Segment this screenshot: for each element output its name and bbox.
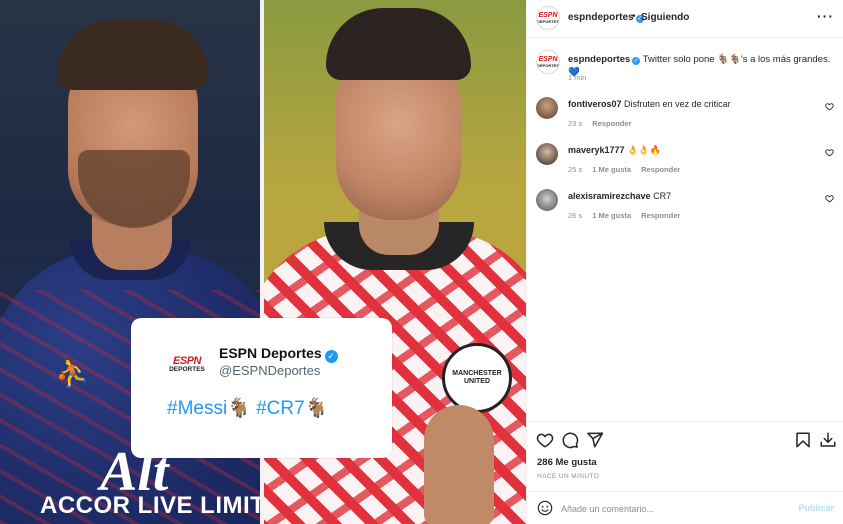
tweet-card: ESPN DEPORTES ESPN Deportes ✓ @ESPNDeport… xyxy=(131,318,392,458)
comment-like-heart-icon[interactable] xyxy=(825,148,834,157)
comment-meta: 25 s 1 Me gusta Responder xyxy=(568,165,688,174)
comment-text: 👌👌🔥 xyxy=(627,145,661,155)
comment-text: CR7 xyxy=(653,191,672,201)
publish-button[interactable]: Publicar xyxy=(798,503,834,513)
separator-dot: • xyxy=(632,11,636,22)
avatar-logo-line2: DEPORTES xyxy=(537,63,560,68)
bookmark-icon[interactable] xyxy=(794,431,812,449)
comment-like-heart-icon[interactable] xyxy=(825,194,834,203)
avatar[interactable] xyxy=(536,189,558,211)
post-viewer: ⛹ Alt ACCOR LIVE LIMITLE MANCHESTER UNIT… xyxy=(0,0,843,524)
comment-item: fontiveros07 Disfruten en vez de critica… xyxy=(527,97,843,141)
emoji-icon[interactable] xyxy=(537,500,553,516)
avatar-logo-line1: ESPN xyxy=(538,56,558,63)
post-sidebar: ESPN DEPORTES espndeportes ✓ • Siguiendo … xyxy=(526,0,843,524)
comment-meta: 26 s 1 Me gusta Responder xyxy=(568,211,688,220)
hand xyxy=(424,405,494,524)
tweet-handle: @ESPNDeportes xyxy=(219,363,321,378)
post-action-bar xyxy=(527,421,843,455)
jumpman-logo-icon: ⛹ xyxy=(55,357,90,388)
caption-timestamp: 1 min xyxy=(568,73,587,82)
download-icon[interactable] xyxy=(819,431,837,449)
tweet-text: #Messi🐐 #CR7🐐 xyxy=(167,398,329,419)
comment-body: maveryk1777 👌👌🔥 xyxy=(568,144,818,156)
avatar[interactable]: ESPN DEPORTES xyxy=(536,6,560,30)
jersey-sponsor-text: ACCOR LIVE LIMITLE xyxy=(40,492,260,519)
espn-logo-line1: ESPN xyxy=(173,355,201,367)
reply-button[interactable]: Responder xyxy=(641,165,680,174)
heart-icon[interactable] xyxy=(536,431,554,449)
comment-likes-count[interactable]: 1 Me gusta xyxy=(592,211,631,220)
comment-timestamp: 26 s xyxy=(568,211,583,220)
hair xyxy=(58,20,208,90)
club-crest-icon: MANCHESTER UNITED xyxy=(442,343,512,413)
espn-logo: ESPN DEPORTES xyxy=(167,355,207,374)
avatar-logo-line2: DEPORTES xyxy=(537,19,560,24)
comment-like-heart-icon[interactable] xyxy=(825,102,834,111)
add-comment-bar: Publicar xyxy=(527,491,843,524)
following-button[interactable]: Siguiendo xyxy=(641,12,689,23)
crest-text: MANCHESTER UNITED xyxy=(452,369,502,385)
comment-meta: 23 s Responder xyxy=(568,119,639,128)
comment-item: maveryk1777 👌👌🔥 25 s 1 Me gusta Responde… xyxy=(527,143,843,187)
caption-username[interactable]: espndeportes xyxy=(568,54,630,65)
more-options-icon[interactable]: ··· xyxy=(817,8,834,24)
comment-username[interactable]: alexisramirezchave xyxy=(568,191,651,201)
comment-icon[interactable] xyxy=(561,431,579,449)
comment-text: Disfruten en vez de criticar xyxy=(624,99,731,109)
comment-body: alexisramirezchave CR7 xyxy=(568,190,818,202)
verified-badge-icon: ✓ xyxy=(632,57,641,65)
comment-timestamp: 25 s xyxy=(568,165,583,174)
verified-badge-icon: ✓ xyxy=(324,350,338,363)
avatar[interactable] xyxy=(536,97,558,119)
comment-body: fontiveros07 Disfruten en vez de critica… xyxy=(568,98,818,110)
reply-button[interactable]: Responder xyxy=(641,211,680,220)
espn-logo-line2: DEPORTES xyxy=(169,366,205,373)
post-header: ESPN DEPORTES espndeportes ✓ • Siguiendo … xyxy=(527,0,843,38)
comment-likes-count[interactable]: 1 Me gusta xyxy=(592,165,631,174)
hair xyxy=(326,8,471,80)
comment-timestamp: 23 s xyxy=(568,119,583,128)
avatar[interactable] xyxy=(536,143,558,165)
tweet-author-name: ESPN Deportes ✓ xyxy=(219,345,338,363)
avatar-logo-line1: ESPN xyxy=(538,12,558,19)
reply-button[interactable]: Responder xyxy=(592,119,631,128)
share-icon[interactable] xyxy=(586,431,604,449)
comment-item: alexisramirezchave CR7 26 s 1 Me gusta R… xyxy=(527,189,843,233)
post-image[interactable]: ⛹ Alt ACCOR LIVE LIMITLE MANCHESTER UNIT… xyxy=(0,0,526,524)
caption-text: espndeportes ✓ Twitter solo pone 🐐🐐's a l… xyxy=(568,53,833,79)
comment-username[interactable]: fontiveros07 xyxy=(568,99,622,109)
comment-username[interactable]: maveryk1777 xyxy=(568,145,625,155)
header-username-text[interactable]: espndeportes xyxy=(568,12,634,23)
tweet-author-name-text: ESPN Deportes xyxy=(219,345,322,361)
post-timestamp: Hace un minuto xyxy=(537,473,600,480)
avatar[interactable]: ESPN DEPORTES xyxy=(536,50,560,74)
likes-count[interactable]: 286 Me gusta xyxy=(537,457,597,468)
comment-input[interactable] xyxy=(561,500,781,517)
